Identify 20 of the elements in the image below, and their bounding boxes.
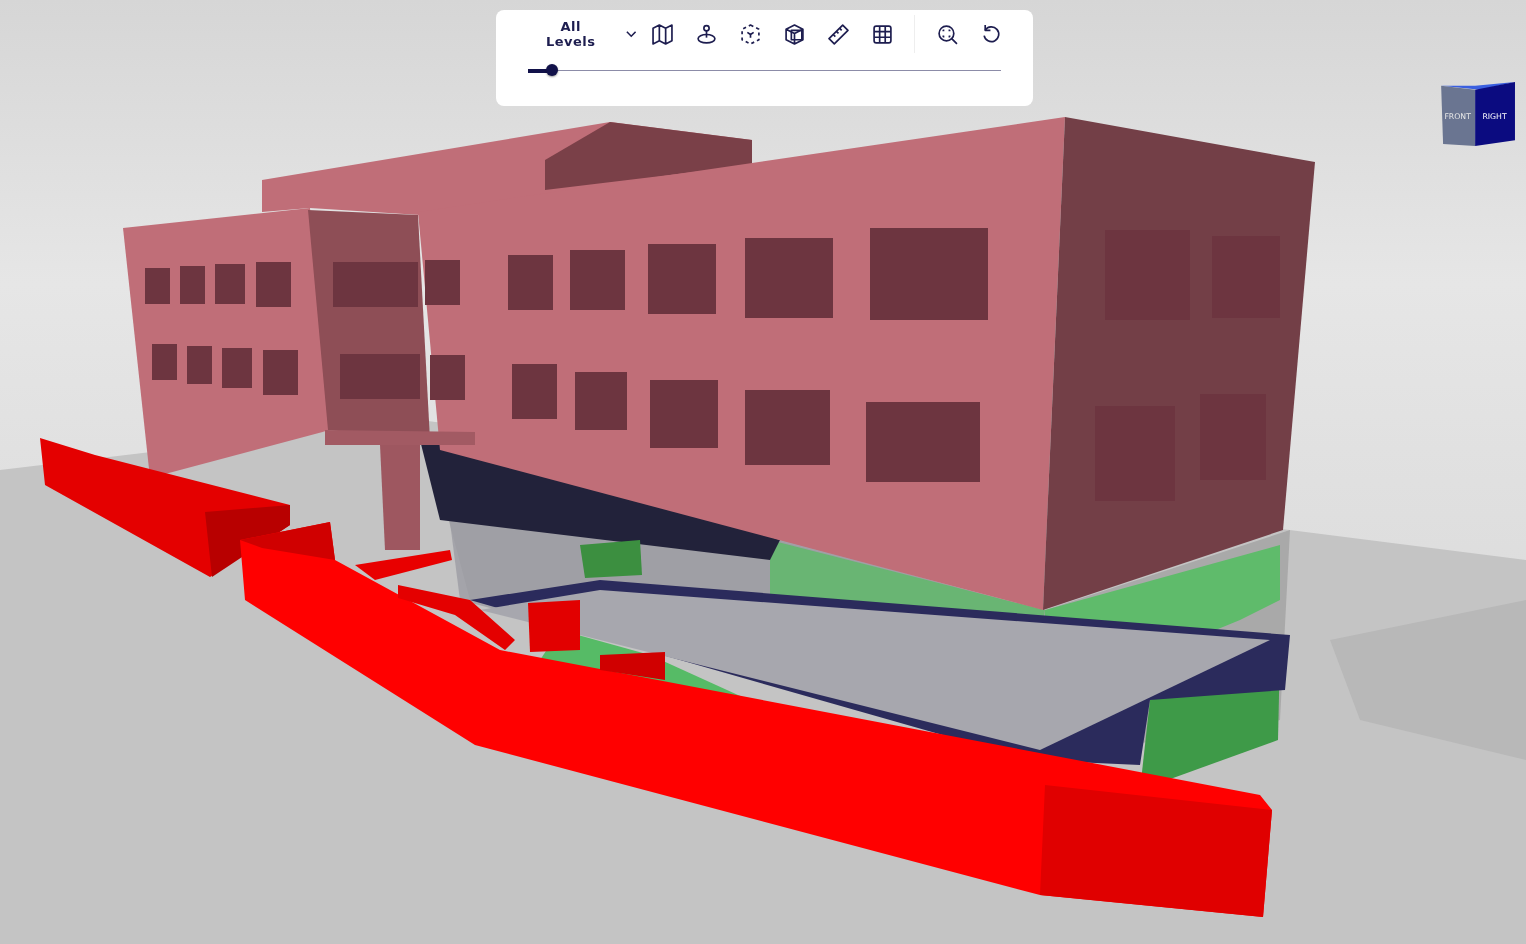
grid-button[interactable]: [870, 22, 894, 46]
zoom-fit-button[interactable]: [935, 22, 959, 46]
location-button[interactable]: [694, 22, 718, 46]
chevron-down-icon: [625, 30, 636, 38]
isolate-button[interactable]: [738, 22, 762, 46]
map-button[interactable]: [650, 22, 674, 46]
search-icon: [936, 23, 958, 45]
cube-face-label: FRONT: [1444, 111, 1471, 121]
view-cube[interactable]: FRONT RIGHT: [1441, 80, 1519, 148]
section-button[interactable]: [782, 22, 806, 46]
dashed-box-icon: [739, 23, 761, 45]
map-icon: [651, 23, 673, 45]
map-pin-icon: [695, 23, 717, 45]
level-dropdown[interactable]: All Levels: [528, 19, 636, 49]
grid-icon: [871, 23, 893, 45]
measure-button[interactable]: [826, 22, 850, 46]
cube-face-label: RIGHT: [1482, 111, 1507, 121]
ruler-icon: [827, 23, 849, 45]
slider-thumb[interactable]: [545, 64, 558, 76]
cube-icon: [783, 23, 805, 45]
